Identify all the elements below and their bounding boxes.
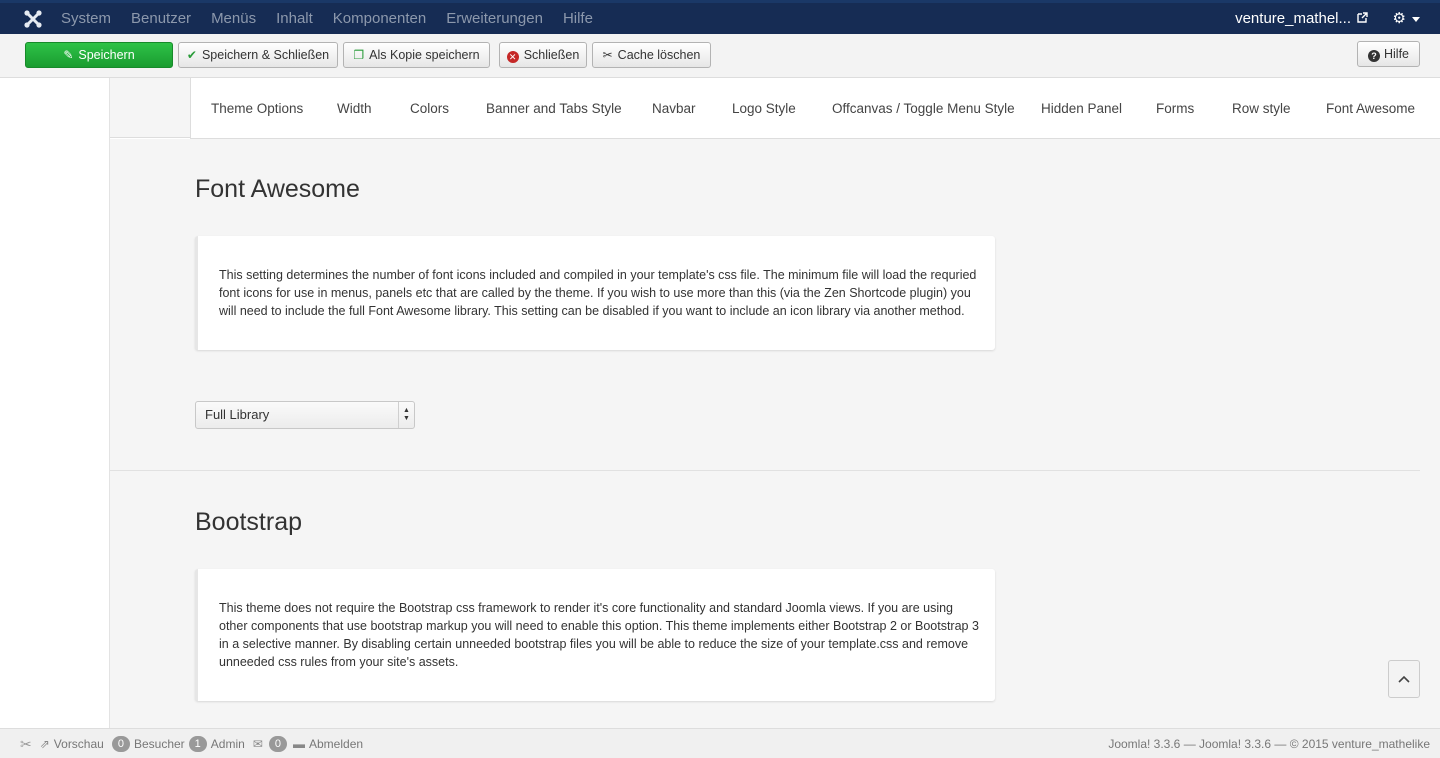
menu-system[interactable]: System [51, 3, 121, 34]
site-name: venture_mathel... [1235, 10, 1351, 27]
minus-icon: ▬ [293, 737, 305, 751]
tab-theme-options[interactable]: Theme Options [211, 78, 303, 140]
close-button[interactable]: ✕ Schließen [499, 42, 587, 68]
back-to-top-button[interactable] [1388, 660, 1420, 698]
gear-icon: ⚙ [1392, 10, 1406, 27]
clear-cache-button[interactable]: ✂ Cache löschen [592, 42, 711, 68]
chevron-up-icon [1398, 671, 1410, 686]
messages-badge[interactable]: 0 [268, 736, 287, 752]
version-info: Joomla! 3.3.6 — Joomla! 3.3.6 — © 2015 v… [1108, 737, 1430, 751]
tab-forms[interactable]: Forms [1156, 78, 1194, 140]
menu-content[interactable]: Inhalt [266, 3, 323, 34]
save-close-button[interactable]: ✔ Speichern & Schließen [178, 42, 338, 68]
preview-link[interactable]: Vorschau [54, 729, 104, 758]
tab-hidden-panel[interactable]: Hidden Panel [1041, 78, 1122, 140]
font-awesome-description-card: This setting determines the number of fo… [195, 236, 995, 350]
menu-extensions[interactable]: Erweiterungen [436, 3, 553, 34]
save-copy-label: Als Kopie speichern [369, 48, 480, 62]
font-awesome-select[interactable]: Full Library ▲ ▼ [195, 401, 415, 429]
status-bar: ✂ ⇗ Vorschau 0 Besucher 1 Admin ✉ 0 ▬ Ab… [0, 728, 1440, 758]
bootstrap-description: This theme does not require the Bootstra… [219, 601, 979, 669]
external-link-icon [1357, 5, 1368, 36]
menu-menus[interactable]: Menüs [201, 3, 266, 34]
clear-cache-label: Cache löschen [617, 48, 701, 62]
bootstrap-description-card: This theme does not require the Bootstra… [195, 569, 995, 701]
tab-banner-tabs-style[interactable]: Banner and Tabs Style [486, 78, 622, 140]
visitors-badge: 0 [111, 736, 130, 752]
toolbar: ✎ Speichern ✔ Speichern & Schließen ❐ Als K… [0, 34, 1440, 78]
tab-offcanvas[interactable]: Offcanvas / Toggle Menu Style [832, 78, 1015, 140]
save-close-label: Speichern & Schließen [201, 48, 330, 62]
site-link[interactable]: venture_mathel... [1235, 3, 1368, 36]
tab-logo-style[interactable]: Logo Style [732, 78, 796, 140]
admin-label: Admin [210, 737, 245, 751]
menu-help[interactable]: Hilfe [553, 3, 603, 34]
section-title-bootstrap: Bootstrap [195, 508, 303, 536]
top-navbar: System Benutzer Menüs Inhalt Komponenten… [0, 0, 1440, 34]
tab-panel-corner [110, 78, 190, 138]
main-menu: System Benutzer Menüs Inhalt Komponenten… [51, 3, 603, 34]
close-icon: ✕ [506, 51, 519, 63]
joomla-cache-icon: ✂ [602, 48, 613, 62]
help-label: Hilfe [1383, 47, 1409, 61]
admin-badge: 1 [188, 736, 207, 752]
question-icon: ? [1367, 50, 1380, 62]
menu-users[interactable]: Benutzer [121, 3, 201, 34]
close-label: Schließen [523, 48, 580, 62]
left-sidebar [0, 78, 110, 728]
menu-components[interactable]: Komponenten [323, 3, 436, 34]
joomla-logo-icon[interactable] [22, 8, 44, 30]
envelope-icon: ✉ [252, 737, 263, 751]
save-label: Speichern [78, 48, 135, 62]
help-button[interactable]: ? Hilfe [1357, 41, 1420, 67]
select-arrows-icon: ▲ ▼ [398, 402, 414, 428]
logout-link[interactable]: Abmelden [309, 729, 363, 758]
tab-width[interactable]: Width [337, 78, 372, 140]
options-tabs: Theme Options Width Colors Banner and Ta… [190, 78, 1440, 139]
tab-row-style[interactable]: Row style [1232, 78, 1291, 140]
copy-icon: ❐ [353, 48, 365, 62]
settings-dropdown[interactable]: ⚙ [1393, 3, 1420, 34]
save-button[interactable]: ✎ Speichern [25, 42, 173, 68]
edit-icon: ✎ [63, 48, 74, 62]
tab-navbar[interactable]: Navbar [652, 78, 696, 140]
section-title-font-awesome: Font Awesome [195, 175, 360, 203]
tab-font-awesome[interactable]: Font Awesome [1326, 78, 1415, 140]
font-awesome-select-value: Full Library [205, 407, 270, 422]
section-divider [110, 470, 1420, 471]
joomla-small-icon[interactable]: ✂ [20, 729, 32, 758]
caret-down-icon [1412, 16, 1420, 22]
font-awesome-description: This setting determines the number of fo… [219, 268, 977, 318]
check-icon: ✔ [186, 48, 197, 62]
tab-colors[interactable]: Colors [410, 78, 449, 140]
visitors-label: Besucher [133, 737, 185, 751]
save-copy-button[interactable]: ❐ Als Kopie speichern [343, 42, 490, 68]
preview-icon: ⇗ [39, 737, 50, 751]
